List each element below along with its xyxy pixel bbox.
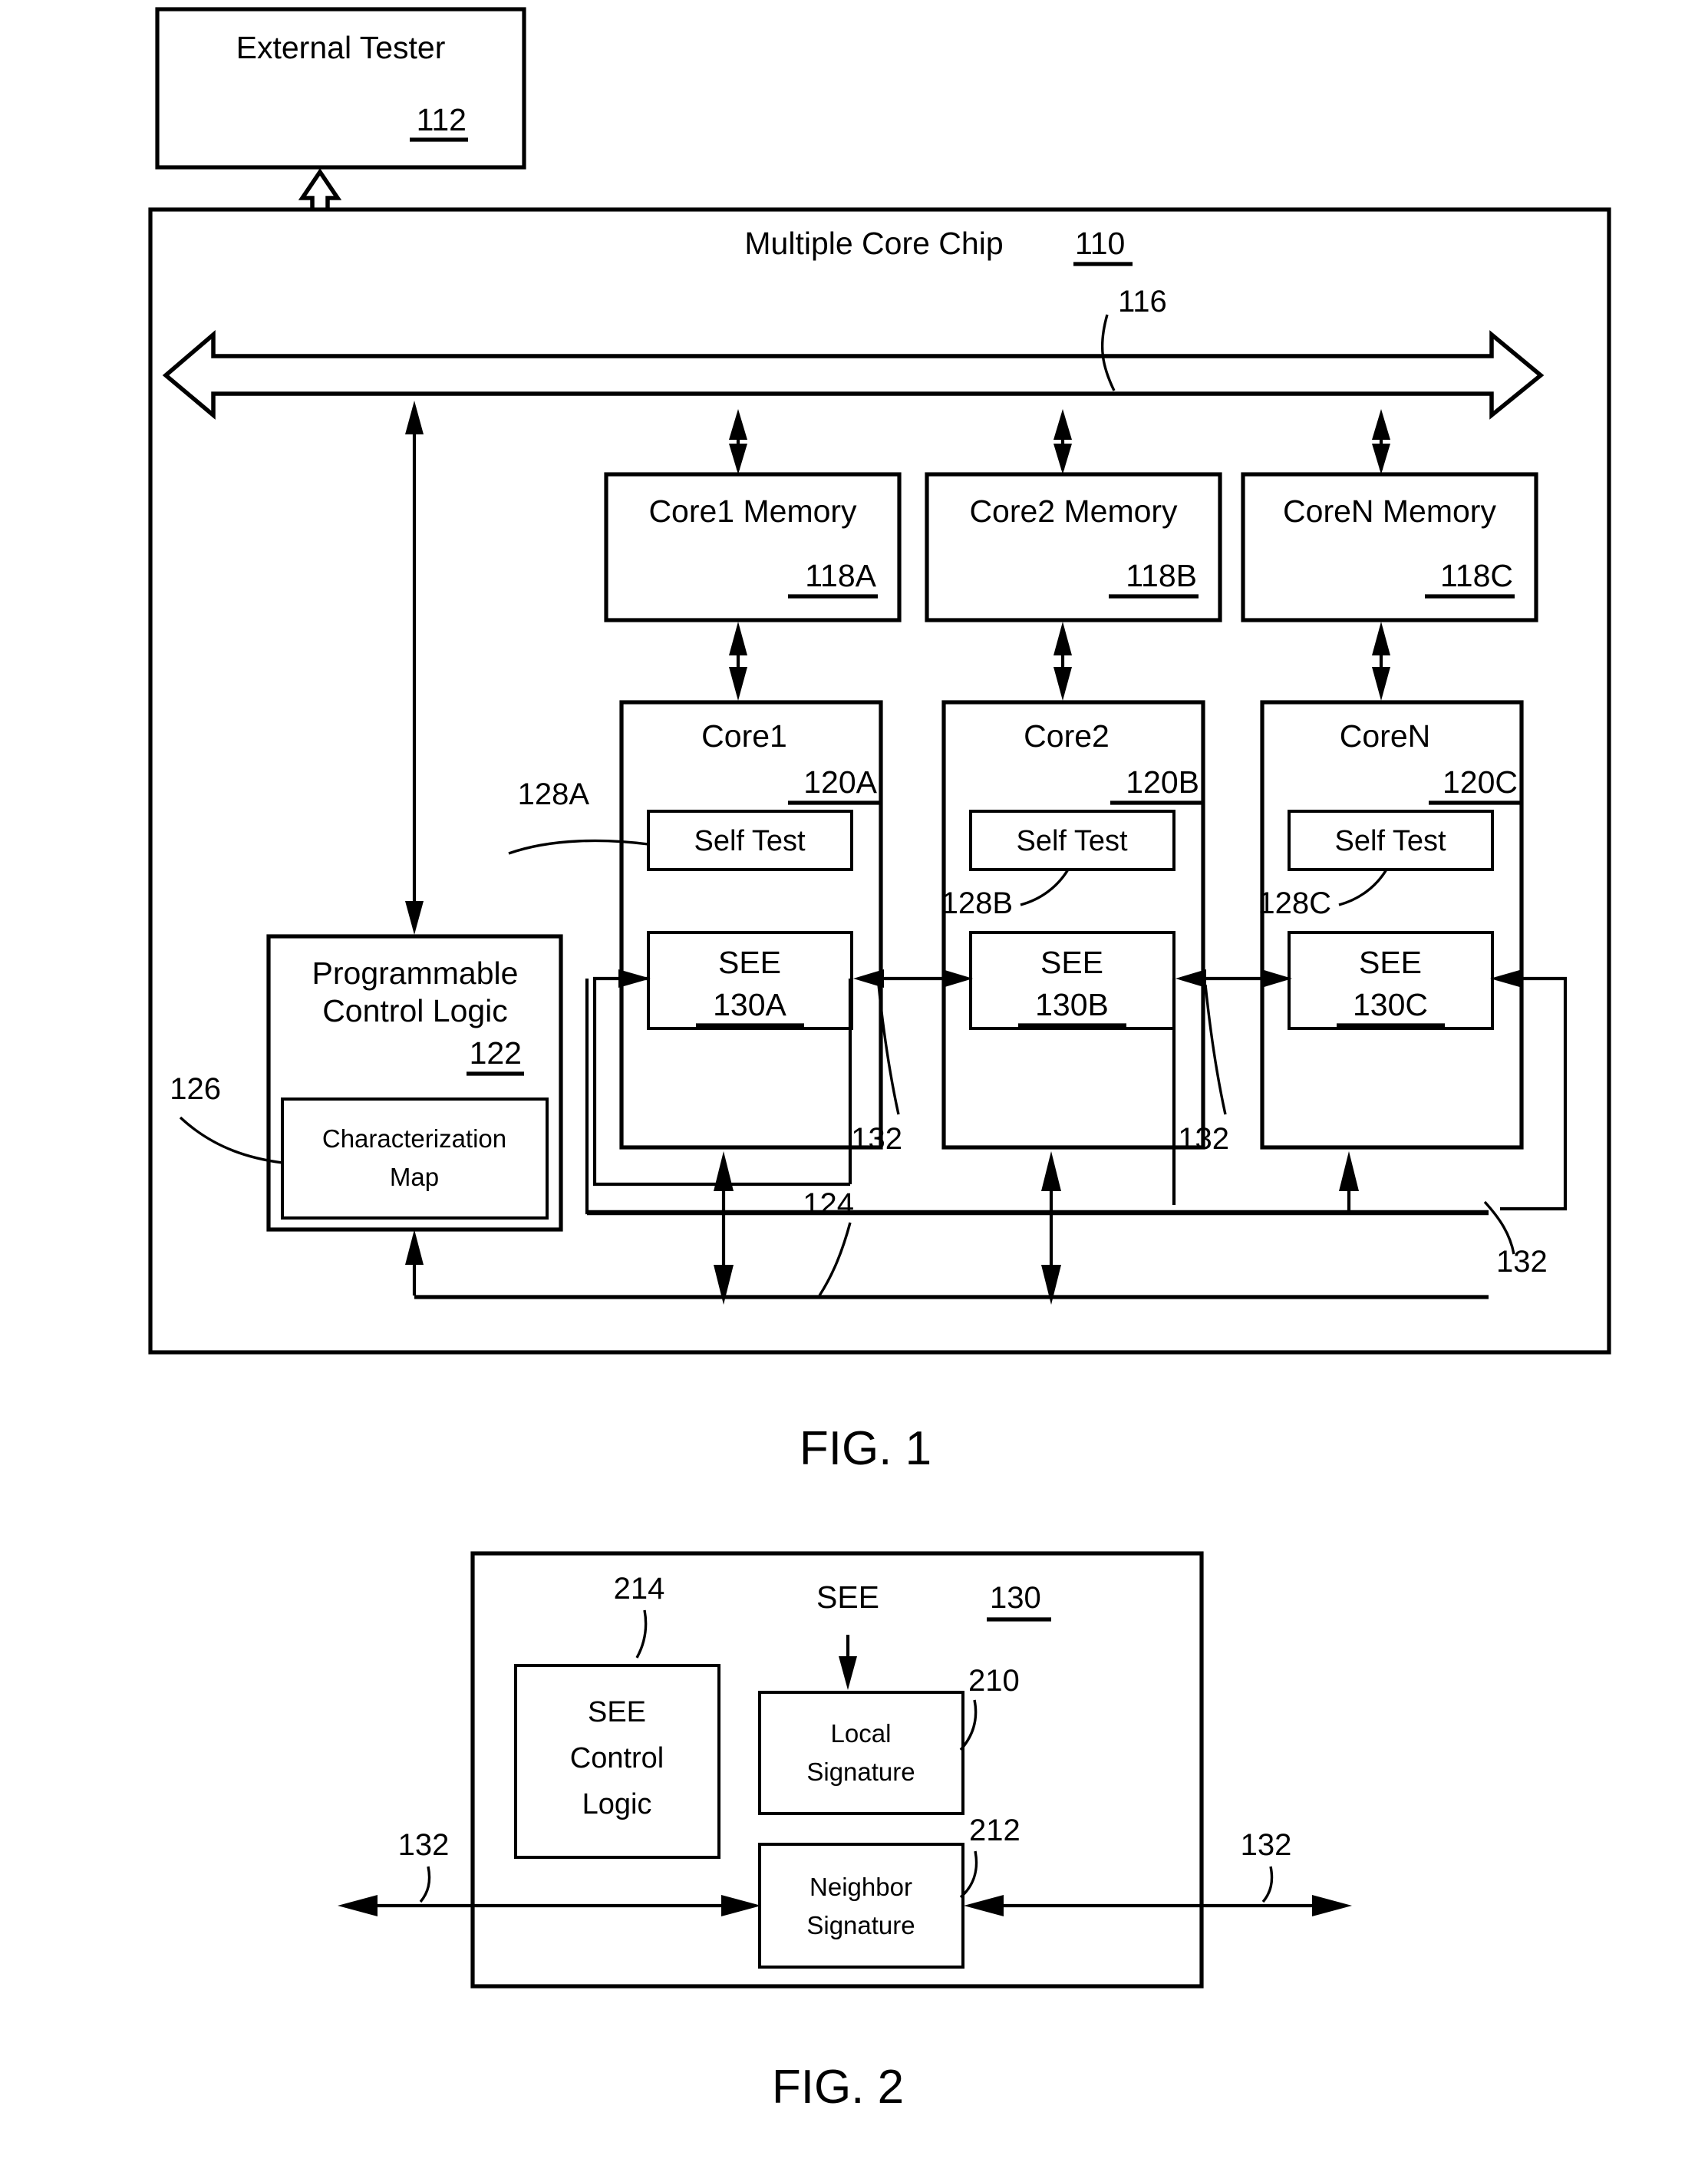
local-signature-line2: Signature xyxy=(806,1758,915,1786)
ref-132-label-1: 132 xyxy=(1178,1122,1229,1156)
ref-116-label: 116 xyxy=(1118,285,1167,319)
memory-ref-1: 118B xyxy=(1126,558,1197,593)
self-test-label-1: Self Test xyxy=(1016,825,1127,857)
control-logic-line1: Programmable xyxy=(312,956,519,991)
characterization-map-line1: Characterization xyxy=(322,1124,506,1153)
local-signature-box xyxy=(758,1691,964,1815)
core-ref-1: 120B xyxy=(1126,764,1199,800)
core-ref-0: 120A xyxy=(803,764,877,800)
self-test-label-0: Self Test xyxy=(694,825,805,857)
external-tester-label: External Tester xyxy=(236,30,446,65)
ref-128A-label: 128A xyxy=(518,777,590,811)
core-label-1: Core2 xyxy=(1024,718,1110,754)
fig2-ref-212-label: 212 xyxy=(969,1814,1021,1847)
core-ref-2: 120C xyxy=(1443,764,1518,800)
fig2-left-ref-132-label: 132 xyxy=(398,1828,450,1862)
core-label-2: CoreN xyxy=(1340,718,1430,754)
memory-label-1: Core2 Memory xyxy=(969,493,1178,529)
fig2-block-ref: 130 xyxy=(990,1581,1041,1615)
fig2-right-ref-132-label: 132 xyxy=(1241,1828,1292,1862)
control-logic-ref: 122 xyxy=(470,1035,522,1071)
neighbor-signature-box xyxy=(758,1843,964,1969)
ref-132-label-0: 132 xyxy=(851,1122,902,1156)
see-control-logic-line1: SEE xyxy=(588,1696,646,1728)
patent-figure-sheet: External Tester 112 114 Multiple Core Ch… xyxy=(0,0,1708,2162)
ref-124-label: 124 xyxy=(803,1187,854,1221)
memory-label-0: Core1 Memory xyxy=(648,493,857,529)
memory-label-2: CoreN Memory xyxy=(1283,493,1496,529)
control-logic-line2: Control Logic xyxy=(322,993,508,1028)
figure-2-caption: FIG. 2 xyxy=(772,2061,904,2114)
figure-2: 130 SEE 214 SEE Control Logic Local Sign… xyxy=(338,1551,1352,2114)
fig2-see-input-label: SEE xyxy=(816,1579,879,1615)
characterization-map-line2: Map xyxy=(390,1163,439,1191)
figure-1: External Tester 112 114 Multiple Core Ch… xyxy=(148,7,1611,1475)
memory-boxes: Core1 Memory 118A Core2 Memory 118B Core… xyxy=(604,472,1538,622)
local-signature-line1: Local xyxy=(831,1719,892,1748)
see-label-1: SEE xyxy=(1040,945,1103,980)
characterization-map-box xyxy=(281,1098,549,1220)
ref-126-label: 126 xyxy=(170,1072,221,1106)
see-ref-0: 130A xyxy=(713,987,786,1022)
see-control-logic-line2: Control xyxy=(570,1742,664,1774)
neighbor-signature-line1: Neighbor xyxy=(809,1873,912,1901)
see-control-logic-line3: Logic xyxy=(582,1788,652,1820)
fig2-ref-214-label: 214 xyxy=(614,1572,665,1606)
see-ref-1: 130B xyxy=(1035,987,1109,1022)
see-label-2: SEE xyxy=(1359,945,1422,980)
chip-ref: 110 xyxy=(1075,226,1125,261)
figure-1-caption: FIG. 1 xyxy=(800,1422,931,1475)
self-test-label-2: Self Test xyxy=(1334,825,1446,857)
fig2-ref-210-label: 210 xyxy=(968,1664,1020,1698)
chip-title: Multiple Core Chip xyxy=(744,226,1003,261)
core-boxes: Core1 120A Self Test SEE 130A 128A Core2… xyxy=(508,700,1524,1150)
ref-128C-label: 128C xyxy=(1258,886,1331,920)
memory-ref-0: 118A xyxy=(805,558,876,593)
figures-svg: External Tester 112 114 Multiple Core Ch… xyxy=(148,7,1611,2114)
external-tester-ref: 112 xyxy=(417,102,467,137)
see-ref-2: 130C xyxy=(1353,987,1428,1022)
neighbor-signature-line2: Signature xyxy=(806,1911,915,1939)
ref-128B-label: 128B xyxy=(941,886,1013,920)
memory-ref-2: 118C xyxy=(1440,558,1513,593)
ref-132-label-2: 132 xyxy=(1496,1245,1548,1279)
see-label-0: SEE xyxy=(718,945,781,980)
core-label-0: Core1 xyxy=(701,718,787,754)
